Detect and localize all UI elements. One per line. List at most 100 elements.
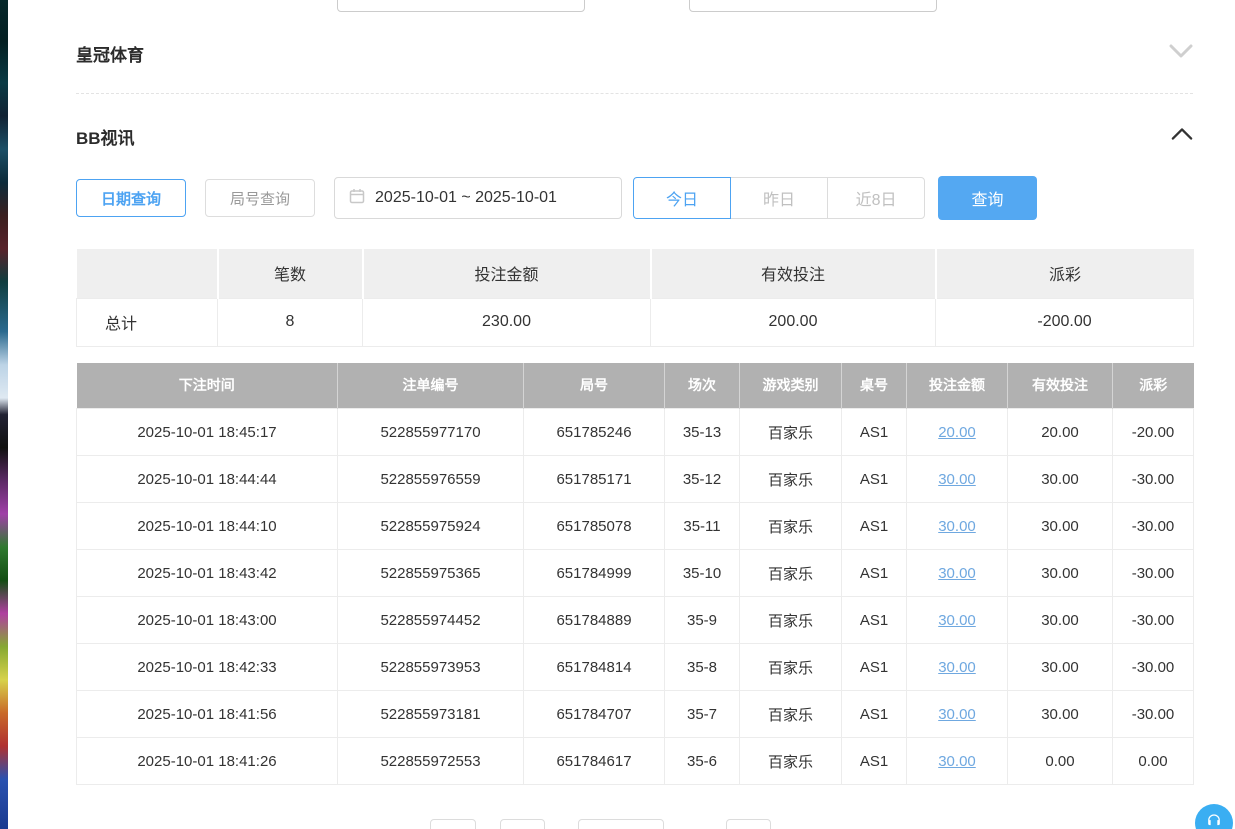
today-button[interactable]: 今日 bbox=[633, 177, 731, 219]
detail-header-round-no: 局号 bbox=[524, 363, 665, 409]
cell-order-no: 522855972553 bbox=[338, 738, 524, 785]
summary-header-bet-amount: 投注金额 bbox=[363, 249, 651, 298]
cell-order-no: 522855974452 bbox=[338, 597, 524, 644]
cell-table-no: AS1 bbox=[842, 550, 907, 597]
cell-time: 2025-10-01 18:43:00 bbox=[77, 597, 338, 644]
section-crown-sports-header[interactable]: 皇冠体育 bbox=[76, 38, 1193, 68]
cell-game-type: 百家乐 bbox=[740, 644, 842, 691]
cell-round-no: 651784617 bbox=[524, 738, 665, 785]
cell-game-type: 百家乐 bbox=[740, 503, 842, 550]
pagination-button[interactable] bbox=[430, 819, 476, 829]
cell-session: 35-6 bbox=[665, 738, 740, 785]
cell-game-type: 百家乐 bbox=[740, 456, 842, 503]
cell-game-type: 百家乐 bbox=[740, 738, 842, 785]
bet-amount-link[interactable]: 30.00 bbox=[938, 565, 976, 582]
cell-valid-bet: 30.00 bbox=[1008, 550, 1113, 597]
search-button[interactable]: 查询 bbox=[938, 176, 1037, 220]
cell-order-no: 522855977170 bbox=[338, 409, 524, 456]
detail-table: 下注时间 注单编号 局号 场次 游戏类别 桌号 投注金额 有效投注 派彩 202… bbox=[76, 363, 1194, 786]
bet-amount-link[interactable]: 30.00 bbox=[938, 706, 976, 723]
cell-payout: -30.00 bbox=[1113, 503, 1194, 550]
cell-bet-amount: 30.00 bbox=[907, 691, 1008, 738]
chevron-down-icon[interactable] bbox=[1169, 44, 1193, 63]
table-row: 2025-10-01 18:44:10522855975924651785078… bbox=[77, 503, 1194, 550]
cell-valid-bet: 30.00 bbox=[1008, 503, 1113, 550]
round-query-button[interactable]: 局号查询 bbox=[205, 179, 315, 217]
cell-round-no: 651784999 bbox=[524, 550, 665, 597]
bet-amount-link[interactable]: 30.00 bbox=[938, 518, 976, 535]
last-8-days-button[interactable]: 近8日 bbox=[827, 177, 925, 219]
cell-table-no: AS1 bbox=[842, 597, 907, 644]
cell-time: 2025-10-01 18:44:10 bbox=[77, 503, 338, 550]
bet-amount-link[interactable]: 20.00 bbox=[938, 424, 976, 441]
cell-time: 2025-10-01 18:44:44 bbox=[77, 456, 338, 503]
cell-game-type: 百家乐 bbox=[740, 409, 842, 456]
detail-header-table-no: 桌号 bbox=[842, 363, 907, 409]
summary-header-row: 笔数 投注金额 有效投注 派彩 bbox=[77, 249, 1194, 298]
cell-order-no: 522855973181 bbox=[338, 691, 524, 738]
summary-table: 笔数 投注金额 有效投注 派彩 总计 8 230.00 200.00 -200.… bbox=[76, 249, 1194, 347]
bet-amount-link[interactable]: 30.00 bbox=[938, 612, 976, 629]
pagination-page-size-select[interactable] bbox=[578, 819, 664, 829]
cell-table-no: AS1 bbox=[842, 691, 907, 738]
cell-round-no: 651785078 bbox=[524, 503, 665, 550]
headset-icon bbox=[1204, 811, 1224, 829]
cell-time: 2025-10-01 18:41:26 bbox=[77, 738, 338, 785]
date-range-value: 2025-10-01 ~ 2025-10-01 bbox=[375, 189, 557, 207]
detail-header-bet-amount: 投注金额 bbox=[907, 363, 1008, 409]
table-row: 2025-10-01 18:43:00522855974452651784889… bbox=[77, 597, 1194, 644]
detail-table-body: 2025-10-01 18:45:17522855977170651785246… bbox=[77, 409, 1194, 785]
date-query-button[interactable]: 日期查询 bbox=[76, 179, 186, 217]
table-row: 2025-10-01 18:43:42522855975365651784999… bbox=[77, 550, 1194, 597]
detail-header-time: 下注时间 bbox=[77, 363, 338, 409]
cell-table-no: AS1 bbox=[842, 409, 907, 456]
cell-time: 2025-10-01 18:42:33 bbox=[77, 644, 338, 691]
bb-video-title: BB视讯 bbox=[76, 124, 135, 149]
calendar-icon bbox=[349, 188, 365, 209]
bet-amount-link[interactable]: 30.00 bbox=[938, 753, 976, 770]
summary-header-empty bbox=[77, 249, 218, 298]
background-strip bbox=[0, 0, 8, 829]
cell-bet-amount: 30.00 bbox=[907, 456, 1008, 503]
cell-round-no: 651784889 bbox=[524, 597, 665, 644]
bet-amount-link[interactable]: 30.00 bbox=[938, 471, 976, 488]
table-row: 2025-10-01 18:42:33522855973953651784814… bbox=[77, 644, 1194, 691]
cell-payout: -30.00 bbox=[1113, 456, 1194, 503]
yesterday-button[interactable]: 昨日 bbox=[730, 177, 828, 219]
cell-round-no: 651785246 bbox=[524, 409, 665, 456]
cell-session: 35-10 bbox=[665, 550, 740, 597]
total-bet-amount: 230.00 bbox=[363, 298, 651, 346]
total-valid-bet: 200.00 bbox=[651, 298, 936, 346]
cell-round-no: 651784814 bbox=[524, 644, 665, 691]
cell-payout: -30.00 bbox=[1113, 691, 1194, 738]
cell-bet-amount: 30.00 bbox=[907, 738, 1008, 785]
cell-round-no: 651785171 bbox=[524, 456, 665, 503]
table-row: 2025-10-01 18:44:44522855976559651785171… bbox=[77, 456, 1194, 503]
cell-game-type: 百家乐 bbox=[740, 550, 842, 597]
pagination-button[interactable] bbox=[726, 819, 771, 829]
cell-time: 2025-10-01 18:41:56 bbox=[77, 691, 338, 738]
detail-header-row: 下注时间 注单编号 局号 场次 游戏类别 桌号 投注金额 有效投注 派彩 bbox=[77, 363, 1194, 409]
quick-range-group: 今日 昨日 近8日 bbox=[633, 177, 925, 219]
floating-service-button[interactable] bbox=[1195, 804, 1233, 829]
summary-total-row: 总计 8 230.00 200.00 -200.00 bbox=[77, 298, 1194, 346]
detail-header-valid-bet: 有效投注 bbox=[1008, 363, 1113, 409]
table-row: 2025-10-01 18:41:56522855973181651784707… bbox=[77, 691, 1194, 738]
section-bb-video-header[interactable]: BB视讯 bbox=[76, 120, 1193, 152]
cell-table-no: AS1 bbox=[842, 738, 907, 785]
pagination-button[interactable] bbox=[500, 819, 545, 829]
cell-valid-bet: 0.00 bbox=[1008, 738, 1113, 785]
cell-round-no: 651784707 bbox=[524, 691, 665, 738]
cell-session: 35-13 bbox=[665, 409, 740, 456]
date-range-picker[interactable]: 2025-10-01 ~ 2025-10-01 bbox=[334, 177, 622, 219]
cell-bet-amount: 20.00 bbox=[907, 409, 1008, 456]
cell-time: 2025-10-01 18:45:17 bbox=[77, 409, 338, 456]
bet-amount-link[interactable]: 30.00 bbox=[938, 659, 976, 676]
cell-payout: -30.00 bbox=[1113, 597, 1194, 644]
summary-header-payout: 派彩 bbox=[936, 249, 1194, 298]
cell-payout: -20.00 bbox=[1113, 409, 1194, 456]
table-row: 2025-10-01 18:45:17522855977170651785246… bbox=[77, 409, 1194, 456]
chevron-up-icon[interactable] bbox=[1171, 127, 1193, 146]
cell-session: 35-9 bbox=[665, 597, 740, 644]
summary-header-count: 笔数 bbox=[218, 249, 363, 298]
